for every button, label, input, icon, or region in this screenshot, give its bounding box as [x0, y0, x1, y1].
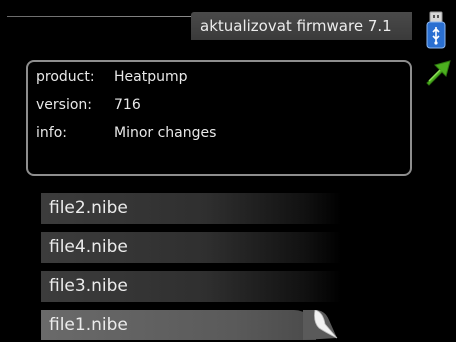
version-value: 716	[114, 97, 141, 113]
product-label: product:	[36, 69, 95, 85]
list-item-file[interactable]: file2.nibe	[41, 193, 341, 224]
list-item-file-selected[interactable]: file1.nibe	[41, 310, 338, 340]
file-name: file2.nibe	[49, 198, 128, 218]
list-item-file[interactable]: file4.nibe	[41, 232, 341, 263]
firmware-info-panel: product: Heatpump version: 716 info: Min…	[26, 60, 412, 176]
back-arrow-icon[interactable]	[424, 58, 452, 86]
file-name: file1.nibe	[49, 315, 128, 335]
usb-icon[interactable]	[425, 10, 447, 50]
info-label: info:	[36, 125, 67, 141]
page-title: aktualizovat firmware 7.1	[200, 17, 392, 35]
file-name: file3.nibe	[49, 276, 128, 296]
page-curl-icon	[303, 310, 338, 340]
info-value: Minor changes	[114, 125, 217, 141]
firmware-update-screen: aktualizovat firmware 7.1 product: Heatp…	[0, 0, 456, 342]
version-label: version:	[36, 97, 92, 113]
header-divider	[7, 16, 192, 17]
list-item-file[interactable]: file3.nibe	[41, 271, 341, 302]
file-name: file4.nibe	[49, 237, 128, 257]
product-value: Heatpump	[114, 69, 188, 85]
